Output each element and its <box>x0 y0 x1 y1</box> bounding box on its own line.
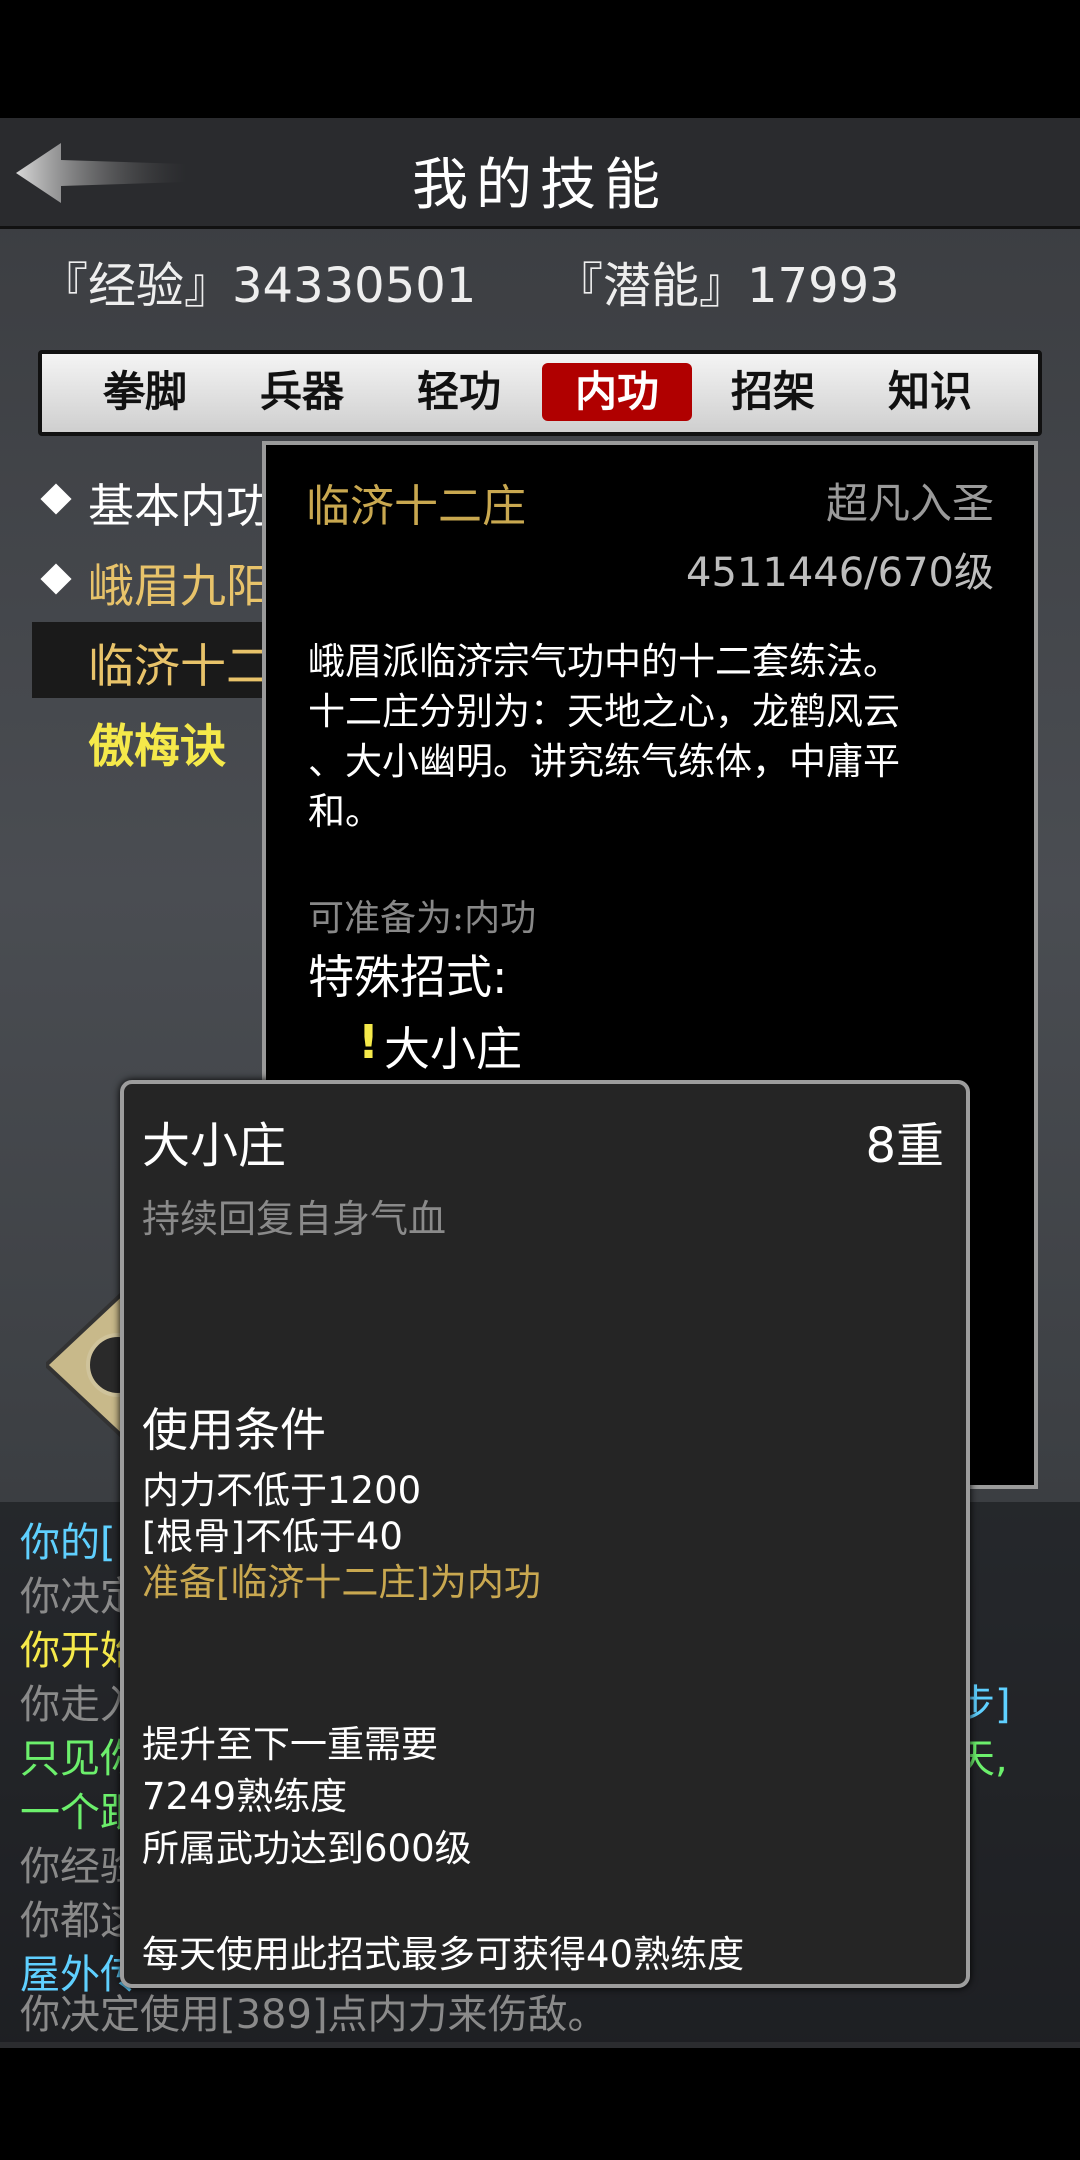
left-nav-ornament-icon[interactable] <box>46 1290 126 1440</box>
potential-stat: 『潜能』17993 <box>555 258 900 314</box>
log-line: 你的[ <box>20 1520 116 1566</box>
move-name: 大小庄 <box>142 1118 287 1174</box>
move-detail-popup: 大小庄 8重 持续回复自身气血 使用条件 内力不低于1200 [根骨]不低于40… <box>120 1080 970 1988</box>
upgrade-item: 7249熟练度 <box>142 1775 348 1818</box>
skill-item-aomei[interactable]: 傲梅诀 <box>88 710 226 776</box>
upgrade-item: 所属武功达到600级 <box>142 1827 472 1870</box>
skill-name: 临济十二庄 <box>306 481 526 532</box>
page-title: 我的技能 <box>412 153 668 218</box>
condition-prepare: 准备[临济十二庄]为内功 <box>142 1561 541 1604</box>
skill-item-emei-jiuyang[interactable]: 峨眉九阳 <box>88 550 272 616</box>
skill-item-basic-inner[interactable]: 基本内功 <box>88 470 272 536</box>
skill-level: 4511446/670级 <box>686 550 994 596</box>
daily-limit-note: 每天使用此招式最多可获得40熟练度 <box>142 1933 745 1976</box>
skill-category-tabs: 拳脚 兵器 轻功 内功 招架 知识 <box>38 350 1042 436</box>
log-line: 你决定使用[389]点内力来伤敌。 <box>20 1992 608 2038</box>
skill-description: 峨眉派临济宗气功中的十二套练法。 十二庄分别为：天地之心，龙鹤风云 、大小幽明。… <box>308 640 900 833</box>
tab-fist[interactable]: 拳脚 <box>70 363 220 421</box>
tab-weapon[interactable]: 兵器 <box>227 363 377 421</box>
tab-knowledge[interactable]: 知识 <box>855 363 1005 421</box>
experience-stat: 『经验』34330501 <box>40 258 477 314</box>
skill-rank: 超凡入圣 <box>825 479 994 528</box>
upgrade-title: 提升至下一重需要 <box>142 1723 438 1766</box>
special-moves-title: 特殊招式: <box>308 950 508 1004</box>
conditions-title: 使用条件 <box>142 1403 326 1457</box>
tab-inner[interactable]: 内功 <box>542 363 692 421</box>
move-effect: 持续回复自身气血 <box>142 1197 447 1241</box>
tab-lightness[interactable]: 轻功 <box>384 363 534 421</box>
special-move-item[interactable]: 大小庄 <box>384 1013 522 1079</box>
tab-parry[interactable]: 招架 <box>698 363 848 421</box>
prepare-as: 可准备为:内功 <box>308 898 537 939</box>
move-tier: 8重 <box>865 1118 944 1174</box>
warning-icon: ! <box>358 1015 379 1069</box>
